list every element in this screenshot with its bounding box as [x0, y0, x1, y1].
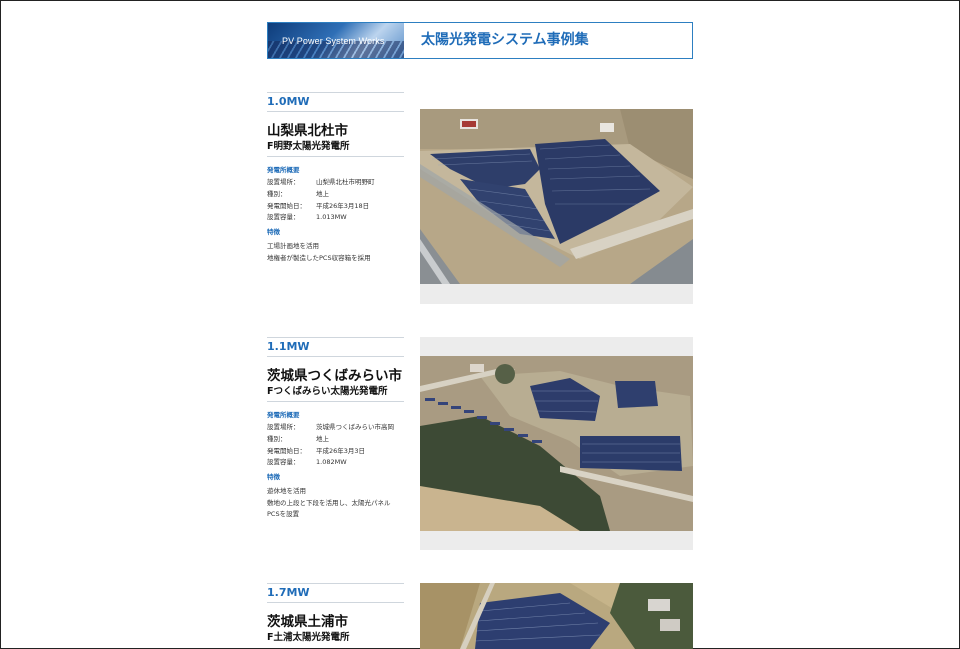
banner-english-title: PV Power System Works — [282, 36, 385, 46]
overview-row: 種別： 地上 — [267, 190, 329, 198]
aerial-photo-plant-2 — [420, 356, 693, 531]
city-heading: 茨城県つくばみらい市 — [267, 368, 402, 384]
overview-title: 発電所概要 — [267, 166, 300, 174]
overview-row: 種別： 地上 — [267, 435, 329, 443]
features-title: 特徴 — [267, 228, 280, 236]
page-header-banner: PV Power System Works 太陽光発電システム事例集 — [267, 22, 693, 59]
feature-item: 敷地の上段と下段を活用し、太陽光パネル — [267, 499, 391, 507]
plant-photo-frame — [420, 583, 693, 649]
city-heading: 山梨県北杜市 — [267, 123, 348, 139]
aerial-photo-plant-1 — [420, 109, 693, 284]
feature-item: PCSを設置 — [267, 510, 300, 518]
feature-item: 地権者が製造したPCS収容箱を採用 — [267, 254, 371, 262]
features-title: 特徴 — [267, 473, 280, 481]
plant-name: Fつくばみらい太陽光発電所 — [267, 386, 388, 397]
capacity-label: 1.0MW — [267, 92, 404, 112]
overview-row: 発電開始日： 平成26年3月18日 — [267, 202, 370, 210]
plant-photo-frame — [420, 109, 693, 304]
overview-row: 設置場所： 茨城県つくばみらい市高岡 — [267, 423, 394, 431]
plant-name: F土浦太陽光発電所 — [267, 632, 350, 643]
overview-row: 設置場所： 山梨県北杜市明野町 — [267, 178, 375, 186]
overview-row: 発電開始日： 平成26年3月3日 — [267, 447, 366, 455]
feature-item: 工場計画地を活用 — [267, 242, 319, 250]
case-entry-3: 1.7MW 茨城県土浦市 F土浦太陽光発電所 — [267, 583, 693, 649]
feature-item: 遊休地を活用 — [267, 487, 306, 495]
plant-name: F明野太陽光発電所 — [267, 141, 350, 152]
capacity-label: 1.1MW — [267, 337, 404, 357]
overview-row: 設置容量： 1.013MW — [267, 213, 347, 221]
plant-photo-frame — [420, 337, 693, 550]
divider — [267, 401, 404, 402]
case-entry-2: 1.1MW 茨城県つくばみらい市 Fつくばみらい太陽光発電所 発電所概要 設置場… — [267, 337, 693, 552]
city-heading: 茨城県土浦市 — [267, 614, 348, 630]
capacity-label: 1.7MW — [267, 583, 404, 603]
case-entry-1: 1.0MW 山梨県北杜市 F明野太陽光発電所 発電所概要 設置場所： 山梨県北杜市… — [267, 92, 693, 307]
banner-solar-image: PV Power System Works — [268, 23, 404, 58]
overview-row: 設置容量： 1.082MW — [267, 458, 347, 466]
page-title: 太陽光発電システム事例集 — [421, 32, 589, 48]
overview-title: 発電所概要 — [267, 411, 300, 419]
divider — [267, 156, 404, 157]
aerial-photo-plant-3 — [420, 583, 693, 649]
